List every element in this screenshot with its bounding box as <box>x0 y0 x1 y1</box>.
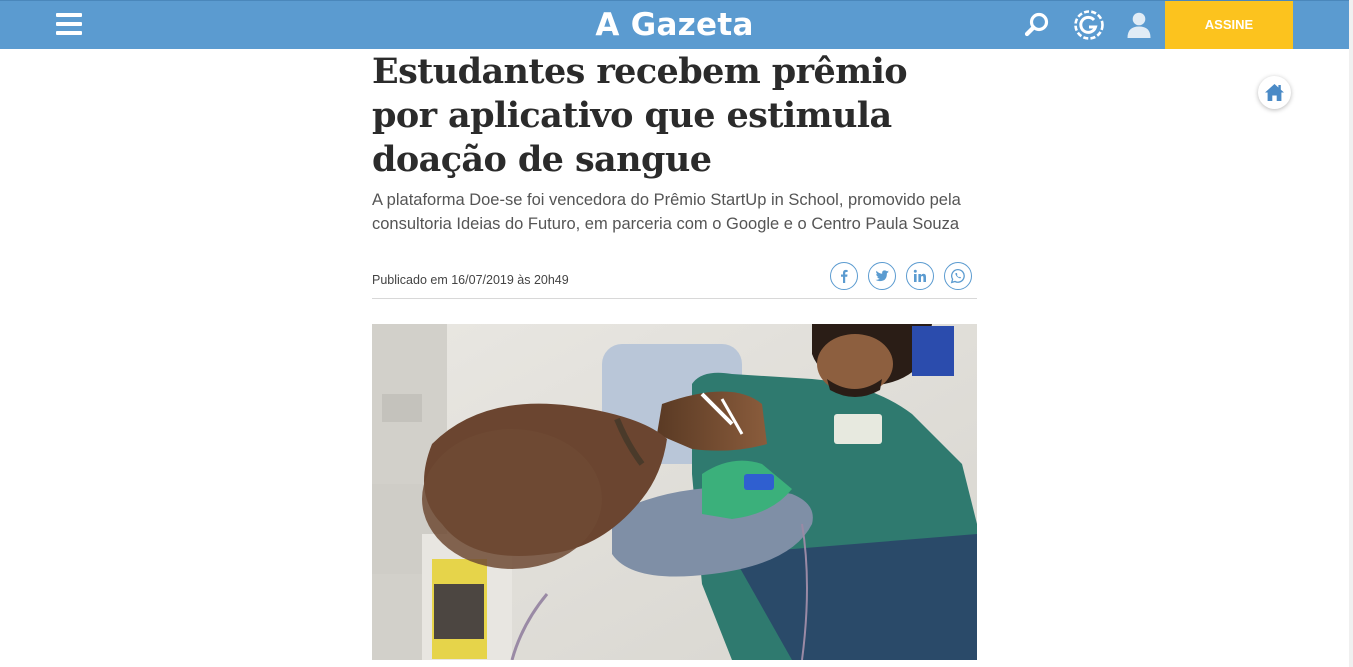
g-icon[interactable] <box>1072 9 1104 41</box>
article-meta: Publicado em 16/07/2019 às 20h49 <box>372 262 977 302</box>
user-icon[interactable] <box>1124 9 1154 41</box>
twitter-icon <box>875 270 889 282</box>
twitter-share-button[interactable] <box>868 262 896 290</box>
whatsapp-share-button[interactable] <box>944 262 972 290</box>
linkedin-share-button[interactable] <box>906 262 934 290</box>
facebook-icon <box>841 269 848 283</box>
search-icon[interactable] <box>1024 9 1054 41</box>
whatsapp-icon <box>950 268 965 284</box>
published-label: Publicado em <box>372 273 448 287</box>
published-date: 16/07/2019 às 20h49 <box>451 273 569 287</box>
article: Estudantes recebem prêmio por aplicativo… <box>372 50 977 660</box>
facebook-share-button[interactable] <box>830 262 858 290</box>
article-photo[interactable] <box>372 324 977 660</box>
article-headline: Estudantes recebem prêmio por aplicativo… <box>372 51 908 180</box>
top-bar: A Gazeta ASSINE <box>0 0 1349 49</box>
subscribe-button[interactable]: ASSINE <box>1165 1 1293 49</box>
linkedin-icon <box>913 269 926 282</box>
scrollbar[interactable] <box>1349 0 1353 667</box>
publish-date: Publicado em 16/07/2019 às 20h49 <box>372 273 569 287</box>
article-subtitle: A plataforma Doe-se foi vencedora do Prê… <box>372 191 961 233</box>
home-icon[interactable] <box>1258 76 1291 109</box>
